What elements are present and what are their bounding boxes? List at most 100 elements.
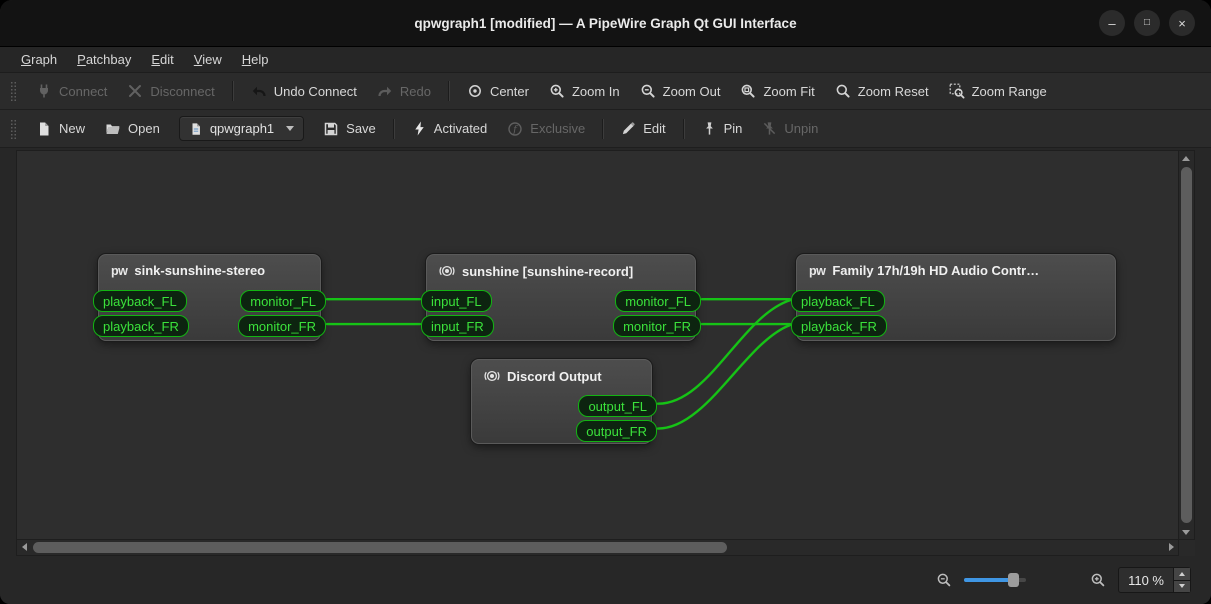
- center-target-icon: [467, 83, 483, 99]
- exclusive-icon: ƒ: [507, 121, 523, 137]
- connect-button[interactable]: Connect: [27, 77, 116, 105]
- titlebar[interactable]: qpwgraph1 [modified] — A PipeWire Graph …: [0, 0, 1211, 47]
- canvas-area: pw sink-sunshine-stereo playback_FL play…: [16, 150, 1195, 556]
- pipewire-icon: pw: [809, 264, 825, 278]
- port-input[interactable]: playback_FR: [791, 315, 887, 337]
- record-source-icon: [439, 263, 455, 279]
- zoom-slider[interactable]: [964, 578, 1026, 582]
- statusbar: 110 %: [0, 556, 1211, 604]
- zoom-out-button[interactable]: Zoom Out: [631, 77, 730, 105]
- vertical-scrollbar[interactable]: [1179, 150, 1195, 540]
- new-file-icon: [36, 121, 52, 137]
- zoom-step-down-button[interactable]: [1174, 581, 1190, 593]
- scroll-up-arrow[interactable]: [1179, 151, 1193, 165]
- pipewire-icon: pw: [111, 264, 127, 278]
- activated-toggle[interactable]: Activated: [403, 115, 496, 142]
- node-sunshine-record[interactable]: sunshine [sunshine-record] input_FL inpu…: [426, 254, 696, 341]
- toolbar-separator: [393, 119, 395, 139]
- zoom-fit-icon: [740, 83, 756, 99]
- port-input[interactable]: playback_FL: [93, 290, 187, 312]
- patchbay-selector-value: qpwgraph1: [210, 121, 274, 136]
- toolbar-separator: [602, 119, 604, 139]
- save-patchbay-button[interactable]: Save: [314, 115, 385, 143]
- node-title: sunshine [sunshine-record]: [462, 264, 633, 279]
- toolbar-grip[interactable]: [10, 119, 17, 139]
- toolbar-separator: [448, 81, 450, 101]
- record-source-icon: [484, 368, 500, 384]
- redo-button[interactable]: Redo: [368, 77, 440, 105]
- chevron-down-icon: [286, 126, 294, 131]
- center-button[interactable]: Center: [458, 77, 538, 105]
- horizontal-scrollbar-thumb[interactable]: [33, 542, 727, 553]
- close-icon: ×: [1178, 17, 1186, 30]
- open-folder-icon: [105, 121, 121, 137]
- toolbar-patchbay: New Open qpwgraph1 Save Activated ƒ Excl…: [0, 110, 1211, 148]
- edit-pencil-icon: [621, 121, 636, 136]
- window-controls: – □ ×: [1099, 10, 1195, 36]
- pin-icon: [702, 121, 717, 136]
- zoom-step-up-button[interactable]: [1174, 568, 1190, 581]
- toolbar-separator: [232, 81, 234, 101]
- port-output[interactable]: monitor_FR: [238, 315, 326, 337]
- connections-layer: [17, 151, 1178, 539]
- menubar: Graph Patchbay Edit View Help: [0, 47, 1211, 73]
- menu-view[interactable]: View: [185, 49, 231, 70]
- node-family-hd-audio[interactable]: pw Family 17h/19h HD Audio Contr… playba…: [796, 254, 1116, 341]
- node-sink-sunshine-stereo[interactable]: pw sink-sunshine-stereo playback_FL play…: [98, 254, 321, 341]
- disconnect-button[interactable]: Disconnect: [118, 77, 223, 105]
- close-button[interactable]: ×: [1169, 10, 1195, 36]
- minimize-button[interactable]: –: [1099, 10, 1125, 36]
- scrollbar-corner: [1179, 540, 1195, 556]
- toolbar-graph: Connect Disconnect Undo Connect Redo Cen…: [0, 73, 1211, 110]
- app-window: qpwgraph1 [modified] — A PipeWire Graph …: [0, 0, 1211, 604]
- horizontal-scrollbar[interactable]: [16, 540, 1179, 556]
- zoom-range-button[interactable]: Zoom Range: [940, 77, 1056, 105]
- maximize-button[interactable]: □: [1134, 10, 1160, 36]
- zoom-value: 110 %: [1119, 568, 1173, 592]
- node-discord-output[interactable]: Discord Output output_FL output_FR: [471, 359, 652, 444]
- graph-canvas[interactable]: pw sink-sunshine-stereo playback_FL play…: [16, 150, 1179, 540]
- menu-edit[interactable]: Edit: [142, 49, 182, 70]
- scroll-down-arrow[interactable]: [1179, 525, 1193, 539]
- port-input[interactable]: playback_FR: [93, 315, 189, 337]
- new-patchbay-button[interactable]: New: [27, 115, 94, 143]
- port-input[interactable]: input_FL: [421, 290, 492, 312]
- menu-patchbay[interactable]: Patchbay: [68, 49, 140, 70]
- node-title: Family 17h/19h HD Audio Contr…: [832, 263, 1039, 278]
- undo-connect-button[interactable]: Undo Connect: [242, 77, 366, 105]
- port-input[interactable]: playback_FL: [791, 290, 885, 312]
- save-floppy-icon: [323, 121, 339, 137]
- zoom-fit-button[interactable]: Zoom Fit: [731, 77, 823, 105]
- vertical-scrollbar-thumb[interactable]: [1181, 167, 1192, 523]
- port-output[interactable]: output_FL: [578, 395, 657, 417]
- node-title: sink-sunshine-stereo: [134, 263, 265, 278]
- menu-graph[interactable]: Graph: [12, 49, 66, 70]
- zoom-in-icon: [549, 83, 565, 99]
- zoom-out-icon: [640, 83, 656, 99]
- open-patchbay-button[interactable]: Open: [96, 115, 169, 143]
- port-input[interactable]: input_FR: [421, 315, 494, 337]
- edit-toggle[interactable]: Edit: [612, 115, 674, 142]
- zoom-out-small-icon: [936, 572, 952, 588]
- toolbar-grip[interactable]: [10, 81, 17, 101]
- exclusive-toggle[interactable]: ƒ Exclusive: [498, 115, 594, 143]
- unpin-icon: [762, 121, 777, 136]
- zoom-reset-button[interactable]: Zoom Reset: [826, 77, 938, 105]
- port-output[interactable]: monitor_FR: [613, 315, 701, 337]
- zoom-spinbox[interactable]: 110 %: [1118, 567, 1191, 593]
- scroll-right-arrow[interactable]: [1164, 540, 1178, 554]
- port-output[interactable]: monitor_FL: [240, 290, 326, 312]
- unpin-button[interactable]: Unpin: [753, 115, 827, 142]
- plug-connect-icon: [36, 83, 52, 99]
- zoom-slider-handle[interactable]: [1008, 573, 1019, 587]
- port-output[interactable]: output_FR: [576, 420, 657, 442]
- menu-help[interactable]: Help: [233, 49, 278, 70]
- port-output[interactable]: monitor_FL: [615, 290, 701, 312]
- pin-button[interactable]: Pin: [693, 115, 752, 142]
- scroll-left-arrow[interactable]: [17, 540, 31, 554]
- zoom-reset-icon: [835, 83, 851, 99]
- undo-arrow-icon: [251, 83, 267, 99]
- patchbay-selector[interactable]: qpwgraph1: [179, 116, 304, 141]
- zoom-in-button[interactable]: Zoom In: [540, 77, 629, 105]
- zoom-range-icon: [949, 83, 965, 99]
